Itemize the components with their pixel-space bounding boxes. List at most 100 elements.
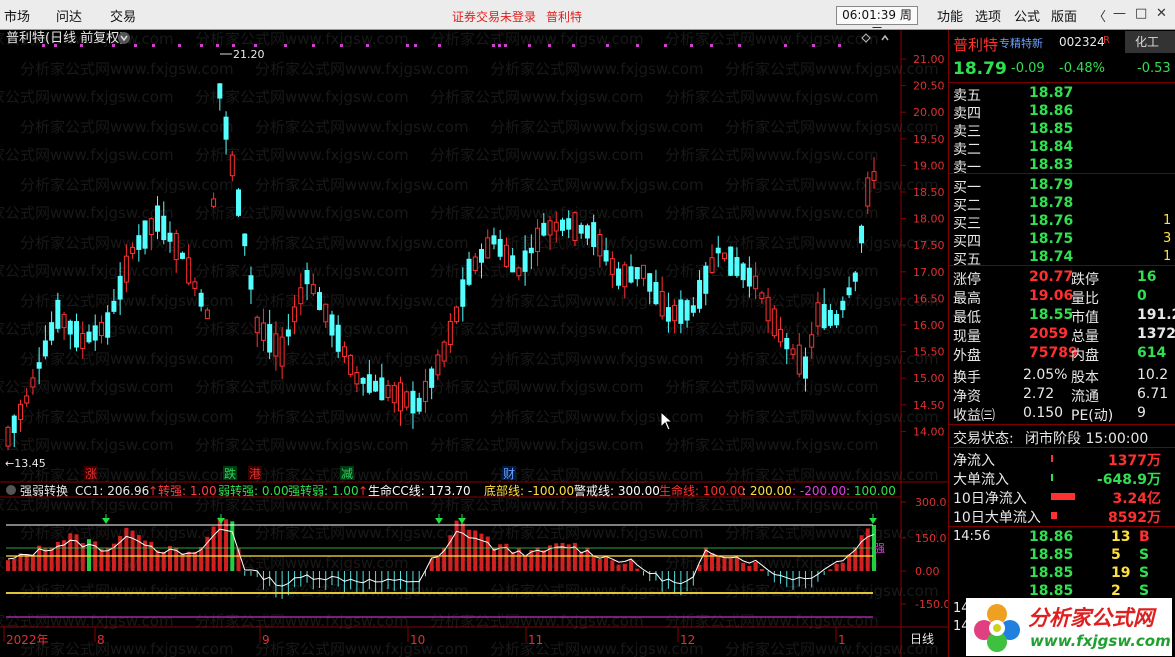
maximize-icon[interactable]: □	[1135, 6, 1147, 21]
indicator-bar	[716, 555, 721, 571]
menu-market[interactable]: 市场	[4, 6, 30, 25]
candle-body	[765, 296, 771, 322]
candle-body	[840, 300, 846, 311]
candle-body	[254, 316, 260, 334]
signal-dot	[366, 44, 369, 47]
indicator-bar	[155, 550, 160, 571]
bid-row[interactable]: 买三 18.76 1	[951, 213, 1173, 232]
indicator-bar	[230, 521, 235, 571]
indicator-bar	[99, 548, 104, 571]
login-status[interactable]: 证券交易未登录	[452, 8, 536, 25]
candle-body	[478, 248, 484, 263]
svg-text:分析家公式网www.fxjgsw.com: 分析家公式网www.fxjgsw.com	[665, 320, 879, 338]
candle-body	[535, 227, 541, 253]
dropdown-icon[interactable]	[118, 32, 130, 44]
candle-body	[597, 233, 603, 257]
close-icon[interactable]: ✕	[1156, 6, 1167, 21]
candle-body	[709, 257, 715, 274]
signal-dot	[548, 44, 551, 47]
candle-body	[572, 212, 578, 242]
candle-body	[161, 215, 167, 241]
signal-dot	[738, 44, 741, 47]
price-tick: 20.00	[913, 106, 945, 119]
signal-dot	[498, 44, 501, 47]
indicator-bar	[454, 520, 459, 571]
signal-dot	[254, 44, 257, 47]
indicator-bar	[834, 563, 839, 571]
candle-body	[834, 314, 840, 326]
sector-tag[interactable]: 化工	[1125, 31, 1175, 53]
back-icon[interactable]: 〈	[1093, 6, 1106, 25]
candle-body	[279, 336, 285, 367]
candle-body	[578, 224, 584, 234]
signal-dot	[492, 44, 495, 47]
ask-row[interactable]: 卖五 18.87	[951, 85, 1173, 104]
candle-body	[341, 346, 347, 357]
candle-body	[86, 331, 92, 343]
event-marker: 港	[249, 467, 261, 481]
candle-body	[472, 256, 478, 272]
svg-text:分析家公式网www.fxjgsw.com: 分析家公式网www.fxjgsw.com	[255, 292, 469, 310]
candle-body	[734, 257, 740, 276]
svg-text:分析家公式网www.fxjgsw.com: 分析家公式网www.fxjgsw.com	[195, 496, 409, 514]
candle-body	[485, 237, 491, 259]
ask-row[interactable]: 卖四 18.86	[951, 103, 1173, 122]
menu-function[interactable]: 功能	[937, 6, 963, 25]
candle-body	[148, 218, 154, 236]
menu-trade[interactable]: 交易	[110, 6, 136, 25]
kline-chart[interactable]: 分析家公式网www.fxjgsw.com 分析家公式网www.fxjgsw.com…	[0, 30, 950, 657]
menu-wenda[interactable]: 问达	[56, 6, 82, 25]
event-marker: 涨	[85, 466, 97, 481]
candle-body	[778, 328, 784, 343]
svg-text:分析家公式网www.fxjgsw.com: 分析家公式网www.fxjgsw.com	[195, 204, 409, 222]
candle-body	[665, 307, 671, 322]
candle-body	[628, 266, 634, 283]
signal-dot	[284, 44, 287, 47]
ask-price: 18.84	[1029, 139, 1074, 155]
ask-row[interactable]: 卖二 18.84	[951, 139, 1173, 158]
bid-row[interactable]: 买一 18.79	[951, 177, 1173, 196]
svg-text:分析家公式网www.fxjgsw.com: 分析家公式网www.fxjgsw.com	[490, 234, 704, 252]
svg-text:分析家公式网www.fxjgsw.com: 分析家公式网www.fxjgsw.com	[725, 408, 939, 426]
svg-text:分析家公式网www.fxjgsw.com: 分析家公式网www.fxjgsw.com	[255, 176, 469, 194]
svg-text:分析家公式网www.fxjgsw.com: 分析家公式网www.fxjgsw.com	[255, 466, 469, 484]
svg-text:分析家公式网www.fxjgsw.com: 分析家公式网www.fxjgsw.com	[725, 582, 939, 600]
indicator-dropdown-icon[interactable]	[6, 485, 16, 495]
svg-text:↑: ↑	[358, 484, 368, 498]
svg-text:分析家公式网www.fxjgsw.com: 分析家公式网www.fxjgsw.com	[195, 146, 409, 164]
bid-row[interactable]: 买二 18.78	[951, 195, 1173, 214]
svg-text:分析家公式网www.fxjgsw.com: 分析家公式网www.fxjgsw.com	[490, 292, 704, 310]
bid-volume: 1	[1163, 213, 1172, 228]
svg-text:分析家公式网www.fxjgsw.com: 分析家公式网www.fxjgsw.com	[725, 524, 939, 542]
svg-text:分析家公式网www.fxjgsw.com: 分析家公式网www.fxjgsw.com	[490, 350, 704, 368]
svg-text:分析家公式网www.fxjgsw.com: 分析家公式网www.fxjgsw.com	[490, 466, 704, 484]
candle-body	[179, 252, 185, 259]
indicator-bar	[491, 547, 496, 571]
menu-formula[interactable]: 公式	[1014, 6, 1040, 25]
indicator-bar	[510, 552, 515, 571]
indicator-bar	[635, 568, 640, 571]
candle-body	[784, 337, 790, 350]
svg-text:分析家公式网www.fxjgsw.com: 分析家公式网www.fxjgsw.com	[725, 350, 939, 368]
menu-option[interactable]: 选项	[975, 6, 1001, 25]
indicator-bar	[12, 558, 17, 571]
indicator-bar	[130, 530, 135, 571]
chart-area[interactable]: 分析家公式网www.fxjgsw.com 分析家公式网www.fxjgsw.com…	[0, 30, 950, 657]
price-tick: 17.00	[913, 266, 945, 279]
price-tick: 16.50	[913, 292, 945, 305]
stock-name: 普利特	[953, 36, 999, 54]
menu-layout[interactable]: 版面	[1051, 6, 1077, 25]
candle-body	[859, 225, 865, 244]
bid-label: 买四	[953, 234, 981, 250]
ask-row[interactable]: 卖三 18.85	[951, 121, 1173, 140]
bid-row[interactable]: 买四 18.75 3	[951, 231, 1173, 250]
candle-body	[790, 348, 796, 355]
minimize-icon[interactable]: —	[1113, 6, 1126, 21]
candle-body	[503, 244, 509, 267]
period-label[interactable]: 日线	[910, 632, 934, 646]
stock-code: 002324	[1059, 35, 1105, 49]
svg-text:分析家公式网www.fxjgsw.com: 分析家公式网www.fxjgsw.com	[20, 640, 234, 657]
event-marker: 减	[341, 467, 353, 481]
stat-row: 收益㈢ 0.150 PE(动) 9	[953, 405, 1146, 424]
signal-dot	[178, 44, 181, 47]
